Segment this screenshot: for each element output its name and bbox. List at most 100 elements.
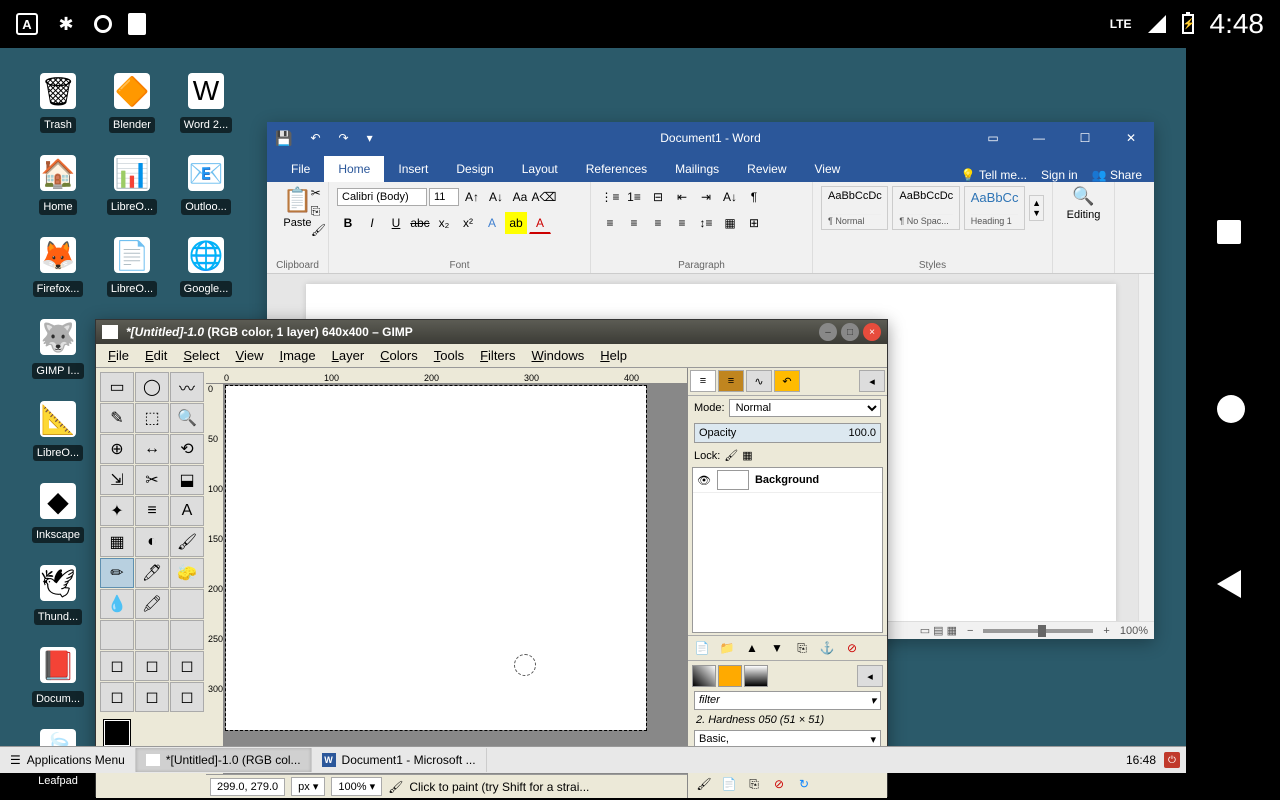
tool-ellipse-select[interactable]: ◯: [135, 372, 169, 402]
cut-icon[interactable]: ✂: [311, 186, 326, 200]
increase-font-icon[interactable]: A↑: [461, 186, 483, 208]
desktop-icon[interactable]: 📄LibreO...: [96, 237, 168, 297]
superscript-button[interactable]: x²: [457, 212, 479, 234]
foreground-color[interactable]: [104, 720, 130, 746]
bold-button[interactable]: B: [337, 212, 359, 234]
tool-zoom[interactable]: 🔍: [170, 403, 204, 433]
redo-icon[interactable]: ↷: [339, 131, 349, 145]
underline-button[interactable]: U: [385, 212, 407, 234]
styles-more-icon[interactable]: ▲▼: [1029, 195, 1044, 221]
tool-scale[interactable]: ⇲: [100, 465, 134, 495]
desktop-icon[interactable]: WWord 2...: [170, 73, 242, 133]
zoom-level[interactable]: 100%: [1120, 625, 1148, 637]
tool-smudge[interactable]: [135, 620, 169, 650]
justify-icon[interactable]: ≡: [671, 212, 693, 234]
shading-icon[interactable]: ▦: [719, 212, 741, 234]
paste-icon[interactable]: 📋: [283, 186, 313, 215]
tool-dodge[interactable]: [170, 620, 204, 650]
bullets-icon[interactable]: ⋮≡: [599, 186, 621, 208]
desktop-icon[interactable]: 🔶Blender: [96, 73, 168, 133]
highlight-icon[interactable]: ab: [505, 212, 527, 234]
menu-file[interactable]: File: [100, 348, 137, 363]
lock-alpha-icon[interactable]: ▦: [742, 449, 752, 462]
raise-layer-icon[interactable]: ▲: [741, 639, 763, 657]
layers-tab-icon[interactable]: ≡: [690, 370, 716, 392]
font-name-select[interactable]: [337, 188, 427, 206]
tool-rotate[interactable]: ⟲: [170, 434, 204, 464]
lower-layer-icon[interactable]: ▼: [766, 639, 788, 657]
sign-in-link[interactable]: Sign in: [1041, 168, 1078, 182]
desktop-icon[interactable]: 📕Docum...: [22, 647, 94, 707]
menu-edit[interactable]: Edit: [137, 348, 175, 363]
new-layer-icon[interactable]: 📄: [691, 639, 713, 657]
paths-tab-icon[interactable]: ∿: [746, 370, 772, 392]
patterns-tab-icon[interactable]: [718, 665, 742, 687]
change-case-icon[interactable]: Aa: [509, 186, 531, 208]
menu-tools[interactable]: Tools: [426, 348, 472, 363]
ribbon-tab-home[interactable]: Home: [324, 156, 384, 182]
sort-icon[interactable]: A↓: [719, 186, 741, 208]
tool-paintbrush[interactable]: ✏: [100, 558, 134, 588]
tool-free-select[interactable]: 〰: [170, 372, 204, 402]
format-painter-icon[interactable]: 🖌: [311, 223, 326, 237]
desktop-icon[interactable]: 🦊Firefox...: [22, 237, 94, 297]
tool-color-select[interactable]: ⬚: [135, 403, 169, 433]
undo-tab-icon[interactable]: ↶: [774, 370, 800, 392]
align-left-icon[interactable]: ≡: [599, 212, 621, 234]
view-icons[interactable]: ▭ ▤ ▦: [920, 624, 957, 637]
decrease-font-icon[interactable]: A↓: [485, 186, 507, 208]
align-center-icon[interactable]: ≡: [623, 212, 645, 234]
opacity-slider[interactable]: Opacity100.0: [694, 423, 881, 443]
tool-pencil[interactable]: 🖌: [170, 527, 204, 557]
style-item[interactable]: AaBbCcDc¶ Normal: [821, 186, 888, 230]
tool-text[interactable]: A: [170, 496, 204, 526]
new-brush-icon[interactable]: 📄: [718, 775, 740, 793]
ribbon-tab-file[interactable]: File: [277, 156, 324, 182]
share-button[interactable]: 👥 Share: [1092, 168, 1142, 182]
tool-fuzzy-select[interactable]: ✎: [100, 403, 134, 433]
panel-menu-icon[interactable]: ◂: [859, 370, 885, 392]
menu-colors[interactable]: Colors: [372, 348, 426, 363]
style-item[interactable]: AaBbCcHeading 1: [964, 186, 1025, 230]
anchor-layer-icon[interactable]: ⚓: [816, 639, 838, 657]
tool-tool[interactable]: ◻: [100, 682, 134, 712]
find-icon[interactable]: 🔍: [1072, 186, 1094, 207]
tool-tool[interactable]: ◻: [100, 651, 134, 681]
taskbar-entry-gimp[interactable]: *[Untitled]-1.0 (RGB col...: [136, 748, 312, 772]
tell-me-field[interactable]: 💡 Tell me...: [961, 168, 1027, 182]
tool-tool[interactable]: ◻: [135, 651, 169, 681]
tool-eraser[interactable]: 🖊: [135, 558, 169, 588]
desktop-icon[interactable]: 📐LibreO...: [22, 401, 94, 461]
maximize-icon[interactable]: ☐: [1062, 122, 1108, 154]
ribbon-tab-design[interactable]: Design: [442, 156, 507, 182]
tool-perspective[interactable]: ⬓: [170, 465, 204, 495]
text-effects-icon[interactable]: A: [481, 212, 503, 234]
desktop-icon[interactable]: 📊LibreO...: [96, 155, 168, 215]
minimize-icon[interactable]: —: [1016, 122, 1062, 154]
lock-pixels-icon[interactable]: 🖌: [724, 449, 738, 462]
font-size-select[interactable]: [429, 188, 459, 206]
zoom-in-icon[interactable]: +: [1103, 625, 1109, 637]
ribbon-tab-mailings[interactable]: Mailings: [661, 156, 733, 182]
brush-filter[interactable]: filter▾: [694, 691, 881, 710]
ribbon-tab-layout[interactable]: Layout: [508, 156, 572, 182]
layer-list[interactable]: 👁 Background: [692, 467, 883, 633]
desktop-icon[interactable]: 📧Outloo...: [170, 155, 242, 215]
refresh-brushes-icon[interactable]: ↻: [793, 775, 815, 793]
menu-windows[interactable]: Windows: [524, 348, 593, 363]
menu-layer[interactable]: Layer: [324, 348, 373, 363]
applications-menu-button[interactable]: ☰ Applications Menu: [0, 748, 136, 772]
home-button[interactable]: [1217, 395, 1249, 427]
duplicate-brush-icon[interactable]: ⎘: [743, 775, 765, 793]
gimp-titlebar[interactable]: *[Untitled]-1.0 (RGB color, 1 layer) 640…: [96, 320, 887, 344]
tool-tool[interactable]: ◻: [170, 682, 204, 712]
tool-bucket[interactable]: ▦: [100, 527, 134, 557]
copy-icon[interactable]: ⎘: [311, 204, 326, 219]
increase-indent-icon[interactable]: ⇥: [695, 186, 717, 208]
ribbon-tab-insert[interactable]: Insert: [384, 156, 442, 182]
gradients-tab-icon[interactable]: [744, 665, 768, 687]
tool-blend[interactable]: ◐: [135, 527, 169, 557]
visibility-icon[interactable]: 👁: [697, 474, 711, 487]
line-spacing-icon[interactable]: ↕≡: [695, 212, 717, 234]
paste-button[interactable]: Paste: [283, 217, 311, 229]
